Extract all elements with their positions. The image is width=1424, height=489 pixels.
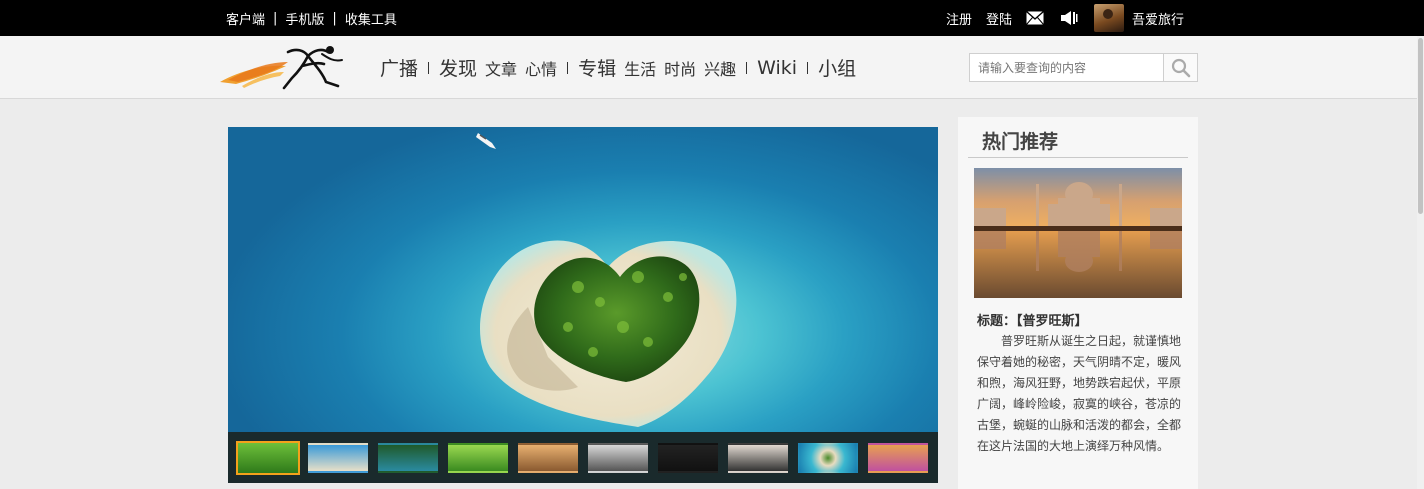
client-link[interactable]: 客户端 bbox=[226, 9, 265, 28]
separator: | bbox=[273, 10, 278, 26]
username-link[interactable]: 吾爱旅行 bbox=[1132, 9, 1184, 28]
header: 广播 发现 文章 心情 专辑 生活 时尚 兴趣 Wiki 小组 bbox=[0, 36, 1424, 99]
thumbnail-4[interactable] bbox=[518, 442, 578, 473]
feature-title[interactable]: 标题：【普罗旺斯】 bbox=[977, 310, 1088, 329]
thumbnail-6[interactable] bbox=[658, 442, 718, 473]
nav-divider bbox=[807, 61, 809, 74]
search-icon bbox=[1171, 58, 1190, 77]
collect-tool-link[interactable]: 收集工具 bbox=[345, 9, 397, 28]
nav-item-9[interactable]: 小组 bbox=[818, 54, 856, 81]
speaker-icon[interactable] bbox=[1060, 10, 1078, 26]
thumbnail-5[interactable] bbox=[588, 442, 648, 473]
register-link[interactable]: 注册 bbox=[946, 9, 972, 28]
nav-divider bbox=[567, 61, 569, 74]
site-logo[interactable] bbox=[218, 42, 346, 96]
avatar[interactable] bbox=[1094, 4, 1125, 32]
thumbnail-7[interactable] bbox=[728, 442, 788, 473]
nav-item-4[interactable]: 专辑 bbox=[578, 54, 616, 81]
nav-item-1[interactable]: 发现 bbox=[439, 54, 477, 81]
user-area: 注册 登陆 吾爱旅行 bbox=[946, 0, 1184, 36]
thumbnail-0[interactable] bbox=[236, 440, 300, 475]
scrollbar-thumb[interactable] bbox=[1418, 38, 1423, 214]
thumbnail-1[interactable] bbox=[308, 442, 368, 473]
mobile-link[interactable]: 手机版 bbox=[285, 9, 324, 28]
mail-icon[interactable] bbox=[1026, 11, 1044, 25]
thumbnail-2[interactable] bbox=[378, 442, 438, 473]
separator: | bbox=[332, 10, 337, 26]
search-box bbox=[969, 53, 1198, 82]
hot-recommend-panel: 热门推荐 标题：【普罗旺斯】 普罗旺斯从诞生之日起，就谨慎地保守着她的秘密，天气… bbox=[958, 117, 1198, 489]
top-links: 客户端 | 手机版 | 收集工具 bbox=[226, 0, 397, 36]
login-link[interactable]: 登陆 bbox=[986, 9, 1012, 28]
thumbnail-9[interactable] bbox=[868, 442, 928, 473]
nav-item-3[interactable]: 心情 bbox=[525, 56, 557, 80]
divider bbox=[968, 157, 1188, 158]
nav-item-7[interactable]: 兴趣 bbox=[704, 56, 736, 80]
search-button[interactable] bbox=[1163, 54, 1197, 81]
nav-divider bbox=[746, 61, 748, 74]
hero-slideshow-image[interactable] bbox=[228, 127, 938, 483]
nav-item-5[interactable]: 生活 bbox=[624, 56, 656, 80]
nav-item-0[interactable]: 广播 bbox=[380, 54, 418, 81]
panel-heading: 热门推荐 bbox=[982, 131, 1059, 153]
nav-item-6[interactable]: 时尚 bbox=[664, 56, 696, 80]
thumbnail-8[interactable] bbox=[798, 442, 858, 473]
thumbnail-strip bbox=[228, 432, 938, 483]
feature-description: 普罗旺斯从诞生之日起，就谨慎地保守着她的秘密，天气阴晴不定，暖风和煦，海风狂野，… bbox=[977, 334, 1182, 453]
feature-image[interactable] bbox=[974, 168, 1182, 298]
top-bar: 客户端 | 手机版 | 收集工具 注册 登陆 吾爱旅行 bbox=[0, 0, 1424, 36]
nav-item-8[interactable]: Wiki bbox=[757, 57, 797, 79]
main-nav: 广播 发现 文章 心情 专辑 生活 时尚 兴趣 Wiki 小组 bbox=[380, 36, 856, 99]
scrollbar[interactable] bbox=[1417, 36, 1424, 489]
nav-divider bbox=[428, 61, 430, 74]
nav-item-2[interactable]: 文章 bbox=[485, 56, 517, 80]
search-input[interactable] bbox=[970, 54, 1164, 81]
thumbnail-3[interactable] bbox=[448, 442, 508, 473]
